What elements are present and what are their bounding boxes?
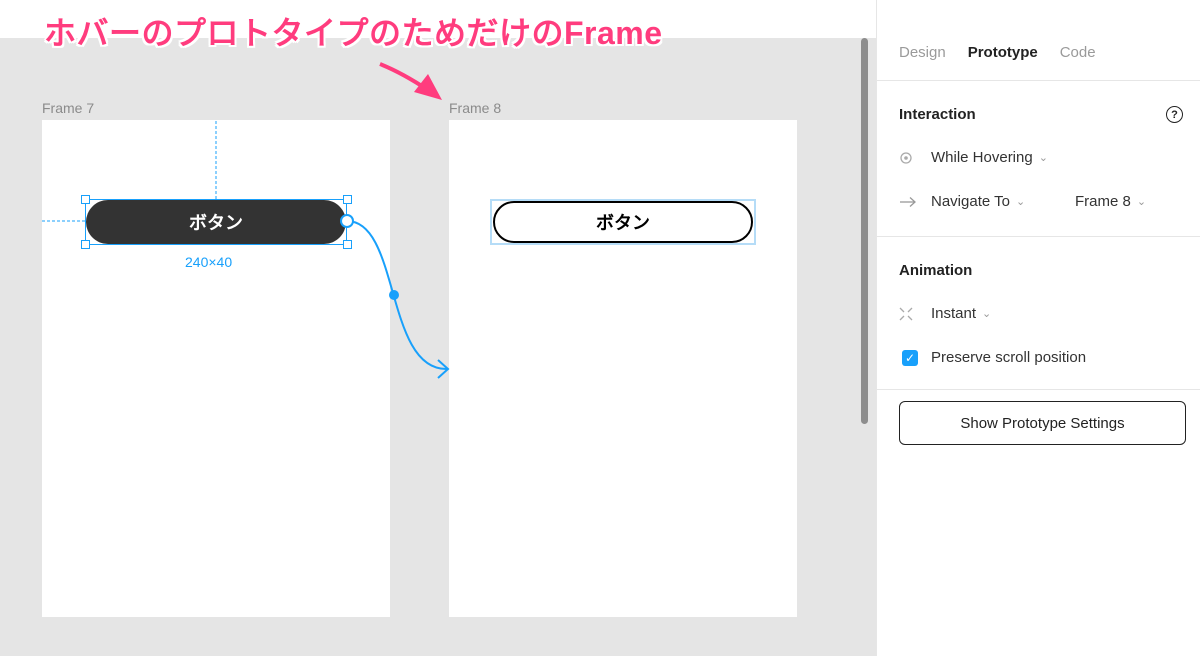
divider (877, 389, 1200, 390)
frame-8[interactable] (449, 120, 797, 617)
animation-type-label: Instant (931, 305, 977, 322)
action-select[interactable]: Navigate To ⌄ (899, 193, 1025, 210)
chevron-down-icon: ⌄ (1038, 152, 1048, 164)
interaction-title: Interaction (899, 106, 976, 123)
frame-7-label[interactable]: Frame 7 (42, 100, 94, 116)
instant-transition-icon (899, 307, 921, 321)
help-icon[interactable]: ? (1166, 106, 1183, 123)
annotation-caption: ホバーのプロトタイプのためだけのFrame (44, 15, 663, 51)
panel-tabs: Design Prototype Code (899, 44, 1096, 61)
divider (877, 236, 1200, 237)
resize-handle-bottom-left[interactable] (81, 240, 90, 249)
trigger-select[interactable]: While Hovering ⌄ (899, 149, 1048, 166)
divider (877, 80, 1200, 81)
resize-handle-bottom-right[interactable] (343, 240, 352, 249)
frame-8-button[interactable]: ボタン (493, 201, 753, 243)
resize-handle-top-right[interactable] (343, 195, 352, 204)
checkmark-icon[interactable]: ✓ (902, 349, 918, 366)
tab-design[interactable]: Design (899, 44, 946, 61)
resize-handle-top-left[interactable] (81, 195, 90, 204)
animation-select[interactable]: Instant ⌄ (899, 305, 991, 322)
frame-8-label[interactable]: Frame 8 (449, 100, 501, 116)
chevron-down-icon: ⌄ (1136, 196, 1147, 208)
destination-select[interactable]: Frame 8 ⌄ (1075, 193, 1146, 210)
chevron-down-icon: ⌄ (982, 308, 992, 320)
animation-title: Animation (899, 262, 973, 279)
canvas-scrollbar[interactable] (861, 38, 868, 424)
tab-prototype[interactable]: Prototype (968, 44, 1038, 61)
trigger-label: While Hovering (931, 149, 1033, 166)
properties-panel: Design Prototype Code Interaction ? Whil… (876, 0, 1200, 656)
tab-code[interactable]: Code (1060, 44, 1096, 61)
arrow-right-icon (899, 196, 921, 208)
preserve-scroll-checkbox[interactable]: ✓ Preserve scroll position (899, 349, 1086, 366)
selection-box (85, 199, 347, 245)
dimension-label: 240×40 (185, 254, 233, 270)
preserve-scroll-label: Preserve scroll position (931, 349, 1087, 366)
hover-trigger-icon (899, 151, 921, 165)
show-prototype-settings-button[interactable]: Show Prototype Settings (899, 401, 1186, 445)
frame-7[interactable] (42, 120, 390, 617)
action-label: Navigate To (931, 193, 1010, 210)
chevron-down-icon: ⌄ (1015, 196, 1026, 208)
destination-label: Frame 8 (1075, 193, 1131, 210)
